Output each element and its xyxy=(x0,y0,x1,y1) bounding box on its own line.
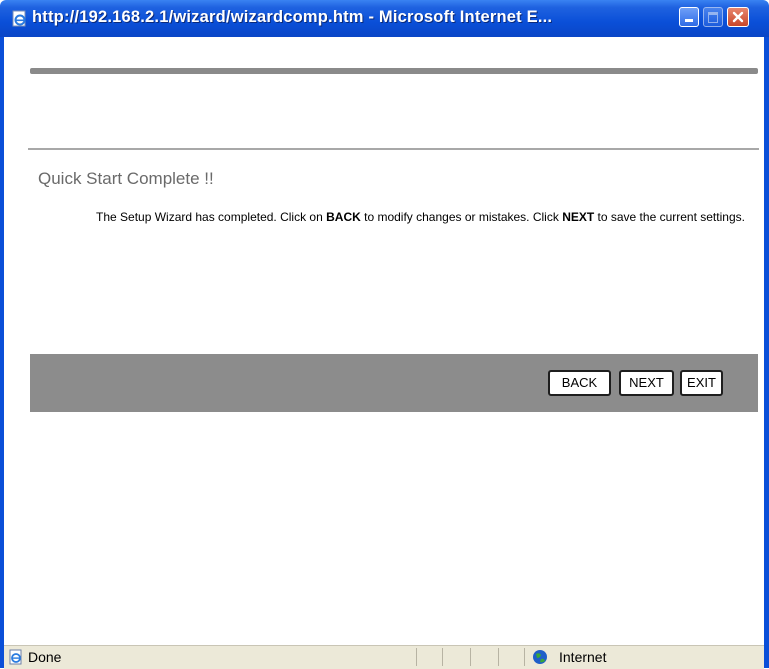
status-divider xyxy=(470,648,471,666)
minimize-button[interactable] xyxy=(679,7,699,27)
status-bar: Done Internet xyxy=(4,645,764,669)
message-text: The Setup Wizard has completed. Click on xyxy=(96,210,327,224)
window-title: http://192.168.2.1/wizard/wizardcomp.htm… xyxy=(32,8,553,26)
exit-button[interactable]: EXIT xyxy=(680,370,723,396)
ie-page-icon xyxy=(9,649,22,665)
status-divider xyxy=(498,648,499,666)
message-text: to save the current settings. xyxy=(594,210,745,224)
button-bar: BACK NEXT EXIT xyxy=(30,354,758,412)
status-divider xyxy=(524,648,525,666)
window-title-bar[interactable]: http://192.168.2.1/wizard/wizardcomp.htm… xyxy=(0,0,769,37)
next-button[interactable]: NEXT xyxy=(619,370,674,396)
security-zone-text: Internet xyxy=(559,649,607,665)
close-icon xyxy=(732,11,744,23)
status-divider xyxy=(416,648,417,666)
page-title: Quick Start Complete !! xyxy=(38,169,214,188)
back-keyword: BACK xyxy=(326,210,361,224)
header-bar xyxy=(30,68,758,74)
ie-page-icon xyxy=(12,10,26,27)
window-frame-right xyxy=(764,37,769,668)
close-button[interactable] xyxy=(727,7,749,27)
wizard-message: The Setup Wizard has completed. Click on… xyxy=(96,209,751,226)
globe-icon xyxy=(533,650,547,664)
maximize-button[interactable] xyxy=(703,7,723,27)
message-text: to modify changes or mistakes. Click xyxy=(360,210,563,224)
status-text: Done xyxy=(28,649,62,665)
back-button[interactable]: BACK xyxy=(548,370,611,396)
next-keyword: NEXT xyxy=(562,210,595,224)
divider xyxy=(28,148,759,150)
window-frame-left xyxy=(0,37,4,668)
status-divider xyxy=(442,648,443,666)
